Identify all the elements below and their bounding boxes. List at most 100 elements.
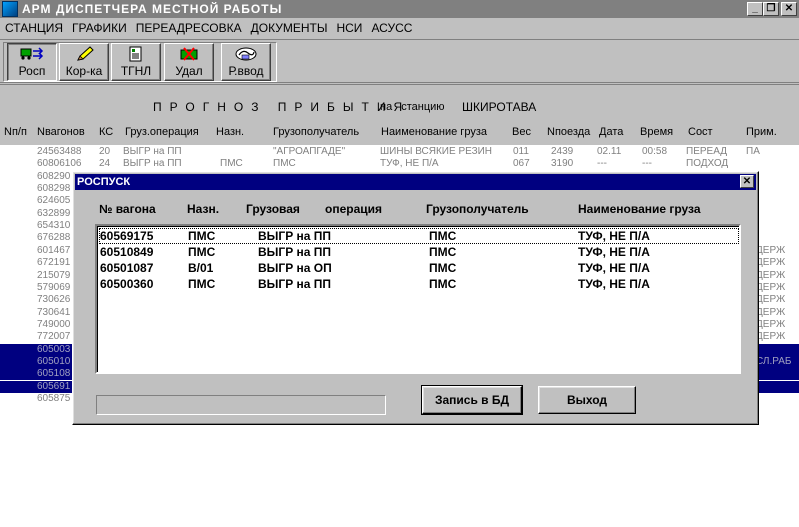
dispatch-label: Росп bbox=[18, 64, 46, 78]
cell-wagon: 730626 bbox=[37, 294, 71, 306]
cell-wagon: 672191 bbox=[37, 257, 71, 269]
dialog-cell-wagon: 60501087 bbox=[100, 261, 154, 275]
dialog-cell-operation: ВЫГР на ПП bbox=[258, 229, 332, 243]
cell-note: ДЕРЖ bbox=[756, 281, 786, 293]
cell-recipient: ПМС bbox=[273, 158, 296, 170]
cell-wagon: 608298 bbox=[37, 183, 71, 195]
col-header-index: Nп/п bbox=[4, 126, 27, 138]
cell-note: ДЕРЖ bbox=[756, 306, 786, 318]
app-icon bbox=[2, 1, 18, 17]
cell-wagon: 624605 bbox=[37, 195, 71, 207]
tgnl-button[interactable]: ТГНЛ bbox=[111, 43, 161, 81]
dialog-wagon-list[interactable]: 60569175 ПМС ВЫГР на ПП ПМС ТУФ, НЕ П/А … bbox=[95, 224, 741, 374]
cell-state: ПЕРЕАД bbox=[686, 146, 727, 157]
cell-wagon: 730641 bbox=[37, 306, 71, 318]
dialog-titlebar: РОСПУСК ✕ bbox=[75, 174, 756, 190]
dialog-cell-destination: ПМС bbox=[188, 245, 216, 259]
col-header-operation: Груз.операция bbox=[125, 126, 199, 138]
manual-entry-label: Р.ввод bbox=[228, 64, 264, 78]
dialog-cell-recipient: ПМС bbox=[429, 229, 457, 243]
dialog-col-destination: Назн. bbox=[187, 202, 220, 216]
dialog-cell-operation: ВЫГР на ОП bbox=[258, 261, 332, 275]
window-titlebar: АРМ ДИСПЕТЧЕРА МЕСТНОЙ РАБОТЫ _ ❐ ✕ bbox=[0, 0, 799, 18]
dialog-cell-cargo: ТУФ, НЕ П/А bbox=[578, 277, 650, 291]
dialog-cell-recipient: ПМС bbox=[429, 245, 457, 259]
table-row[interactable]: 24563488 20 ВЫГР на ПП "АГРОАПГАДЕ" ШИНЫ ВСЯ… bbox=[0, 146, 799, 158]
dialog-cell-destination: ПМС bbox=[188, 229, 216, 243]
dialog-row[interactable]: 60500360 ПМС ВЫГР на ПП ПМС ТУФ, НЕ П/А bbox=[99, 276, 739, 292]
cell-wagon: 654310 bbox=[37, 220, 71, 232]
col-header-state: Сост bbox=[688, 126, 713, 138]
dialog-cell-operation: ВЫГР на ПП bbox=[258, 245, 332, 259]
minimize-button[interactable]: _ bbox=[747, 2, 763, 16]
menu-station[interactable]: СТАНЦИЯ bbox=[5, 21, 63, 35]
correction-button[interactable]: Кор-ка bbox=[59, 43, 109, 81]
col-header-recipient: Грузополучатель bbox=[273, 126, 360, 138]
dialog-title: РОСПУСК bbox=[77, 176, 131, 188]
window-title: АРМ ДИСПЕТЧЕРА МЕСТНОЙ РАБОТЫ bbox=[22, 2, 283, 16]
cell-operation: ВЫГР на ПП bbox=[123, 158, 182, 170]
dispatch-button[interactable]: Росп bbox=[7, 43, 57, 81]
cell-wagon: 676288 bbox=[37, 232, 71, 244]
cell-date: 02.11 bbox=[597, 146, 622, 157]
forecast-header: ПРОГНОЗ ПРИБЫТИЯ на станцию ШКИРОТАВА Nп… bbox=[0, 85, 799, 145]
delete-label: Удал bbox=[175, 64, 203, 78]
cell-wagon: 608290 bbox=[37, 170, 71, 182]
dialog-cell-recipient: ПМС bbox=[429, 261, 457, 275]
dialog-row[interactable]: 60510849 ПМС ВЫГР на ПП ПМС ТУФ, НЕ П/А bbox=[99, 244, 739, 260]
dialog-col-operation-2: операция bbox=[325, 202, 383, 216]
cell-cargo: ШИНЫ ВСЯКИЕ РЕЗИН bbox=[380, 146, 493, 157]
cell-wagon: 605875 bbox=[37, 393, 71, 404]
menu-nsi[interactable]: НСИ bbox=[336, 21, 362, 35]
dialog-cell-wagon: 60500360 bbox=[100, 277, 154, 291]
table-row[interactable]: 60806106 24 ВЫГР на ПП ПМС ПМС ТУФ, НЕ П/А 067… bbox=[0, 158, 799, 170]
menu-documents[interactable]: ДОКУМЕНТЫ bbox=[251, 21, 328, 35]
menu-asuss[interactable]: АСУСС bbox=[371, 21, 412, 35]
cell-note: ДЕРЖ bbox=[756, 331, 786, 343]
delete-button[interactable]: Удал bbox=[164, 43, 214, 81]
cell-note: ПА bbox=[746, 146, 760, 157]
dialog-col-recipient: Грузополучатель bbox=[426, 202, 529, 216]
cell-weight: 011 bbox=[513, 146, 529, 157]
cell-time: 00:58 bbox=[642, 146, 668, 157]
cell-note: ДЕРЖ bbox=[756, 244, 786, 256]
cell-wagon: 605108 bbox=[37, 368, 71, 380]
dialog-col-operation-1: Грузовая bbox=[246, 202, 300, 216]
close-button[interactable]: ✕ bbox=[781, 2, 797, 16]
cell-note: ДЕРЖ bbox=[756, 318, 786, 330]
manual-entry-icon bbox=[234, 46, 258, 62]
cell-date: --- bbox=[597, 158, 607, 170]
cell-wagon: 772007 bbox=[37, 331, 71, 343]
col-header-destination: Назн. bbox=[216, 126, 245, 138]
dialog-row[interactable]: 60501087 В/01 ВЫГР на ОП ПМС ТУФ, НЕ П/А bbox=[99, 260, 739, 276]
cell-time: --- bbox=[642, 158, 652, 170]
save-to-db-button[interactable]: Запись в БД bbox=[421, 385, 523, 415]
col-header-cargo: Наименование груза bbox=[381, 126, 487, 138]
cell-operation: ВЫГР на ПП bbox=[123, 146, 182, 157]
dialog-col-wagon: № вагона bbox=[99, 202, 156, 216]
forecast-title: ПРОГНОЗ ПРИБЫТИЯ bbox=[153, 100, 411, 114]
cell-note: ДЕРЖ bbox=[756, 294, 786, 306]
dialog-col-cargo: Наименование груза bbox=[578, 202, 701, 216]
correction-label: Кор-ка bbox=[65, 64, 103, 78]
manual-entry-button[interactable]: Р.ввод bbox=[221, 43, 271, 81]
dialog-cell-wagon: 60510849 bbox=[100, 245, 154, 259]
menu-readdress[interactable]: ПЕРЕАДРЕСОВКА bbox=[136, 21, 242, 35]
col-header-wagon: Nвагонов bbox=[37, 126, 85, 138]
toolbar: Росп Кор-ка ТГНЛ Удал Р.ввод bbox=[0, 39, 799, 83]
dialog-row[interactable]: 60569175 ПМС ВЫГР на ПП ПМС ТУФ, НЕ П/А bbox=[99, 228, 739, 244]
dialog-progress-bar bbox=[96, 395, 386, 415]
menu-charts[interactable]: ГРАФИКИ bbox=[72, 21, 127, 35]
exit-button[interactable]: Выход bbox=[538, 386, 636, 414]
col-header-time: Время bbox=[640, 126, 674, 138]
dialog-cell-cargo: ТУФ, НЕ П/А bbox=[578, 229, 650, 243]
dialog-close-button[interactable]: ✕ bbox=[740, 175, 754, 188]
dialog-cell-destination: ПМС bbox=[188, 277, 216, 291]
dispatch-icon bbox=[20, 46, 44, 62]
cell-wagon: 24563488 bbox=[37, 146, 82, 157]
forecast-station: ШКИРОТАВА bbox=[462, 100, 537, 114]
cell-train: 3190 bbox=[551, 158, 574, 170]
cell-ks: 24 bbox=[99, 158, 111, 170]
document-icon bbox=[124, 46, 148, 62]
restore-button[interactable]: ❐ bbox=[763, 2, 779, 16]
